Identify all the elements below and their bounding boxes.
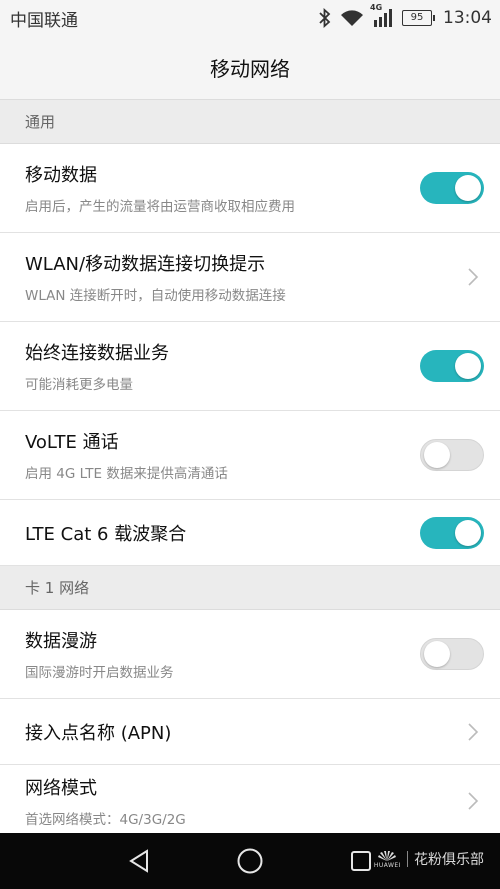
setting-lte-carrier-aggregation[interactable]: LTE Cat 6 载波聚合 (0, 500, 500, 566)
huawei-logo-text: HUAWEI (373, 861, 401, 869)
setting-network-mode[interactable]: 网络模式 首选网络模式：4G/3G/2G (0, 765, 500, 833)
watermark: HUAWEI 花粉俱乐部 (374, 849, 484, 869)
setting-mobile-data[interactable]: 移动数据 启用后，产生的流量将由运营商收取相应费用 (0, 144, 500, 233)
setting-title: VoLTE 通话 (25, 432, 119, 453)
section-header-label: 通用 (25, 113, 56, 131)
setting-title: 始终连接数据业务 (25, 343, 169, 364)
mobile-data-toggle[interactable] (420, 172, 484, 204)
always-on-data-toggle[interactable] (420, 350, 484, 382)
settings-list: 通用 移动数据 启用后，产生的流量将由运营商收取相应费用 WLAN/移动数据连接… (0, 100, 500, 833)
setting-title: LTE Cat 6 载波聚合 (25, 523, 187, 545)
recents-button[interactable] (345, 847, 377, 875)
data-roaming-toggle[interactable] (420, 638, 484, 670)
setting-data-roaming[interactable]: 数据漫游 国际漫游时开启数据业务 (0, 610, 500, 699)
home-icon (237, 848, 263, 874)
battery-icon: 95 (402, 10, 435, 26)
setting-title: WLAN/移动数据连接切换提示 (25, 254, 266, 275)
setting-subtitle: 启用后，产生的流量将由运营商收取相应费用 (25, 199, 295, 215)
status-icons: 4G 95 13:04 (318, 3, 492, 28)
chevron-right-icon (468, 792, 479, 810)
huawei-petal-icon (378, 850, 397, 861)
back-icon (129, 849, 148, 873)
carrier-label: 中国联通 (10, 10, 78, 31)
clock: 13:04 (443, 8, 492, 28)
chevron-right-icon (468, 268, 479, 286)
setting-title: 网络模式 (25, 778, 97, 799)
carrier-aggregation-toggle[interactable] (420, 516, 484, 549)
status-bar: 中国联通 4G 95 13:04 (0, 0, 500, 36)
recents-icon (351, 851, 371, 871)
setting-always-on-data[interactable]: 始终连接数据业务 可能消耗更多电量 (0, 322, 500, 411)
volte-toggle[interactable] (420, 439, 484, 471)
huawei-logo: HUAWEI (374, 850, 401, 869)
section-header-card1: 卡 1 网络 (0, 566, 500, 610)
setting-volte[interactable]: VoLTE 通话 启用 4G LTE 数据来提供高清通话 (0, 411, 500, 500)
network-type-label: 4G (370, 3, 383, 12)
setting-wlan-switch-prompt[interactable]: WLAN/移动数据连接切换提示 WLAN 连接断开时，自动使用移动数据连接 (0, 233, 500, 322)
setting-apn[interactable]: 接入点名称 (APN) (0, 699, 500, 765)
navigation-bar: HUAWEI 花粉俱乐部 (0, 833, 500, 889)
setting-title: 接入点名称 (APN) (25, 722, 172, 744)
setting-subtitle: 可能消耗更多电量 (25, 377, 133, 393)
bluetooth-icon (318, 8, 332, 28)
setting-subtitle: WLAN 连接断开时，自动使用移动数据连接 (25, 288, 286, 304)
watermark-text: 花粉俱乐部 (414, 852, 484, 868)
section-header-general: 通用 (0, 100, 500, 144)
back-button[interactable] (123, 847, 155, 875)
setting-title: 数据漫游 (25, 631, 97, 652)
chevron-right-icon (468, 722, 479, 741)
setting-subtitle: 启用 4G LTE 数据来提供高清通话 (25, 466, 228, 482)
signal-icon: 4G (370, 3, 394, 28)
setting-subtitle: 国际漫游时开启数据业务 (25, 665, 174, 681)
battery-level: 95 (402, 10, 432, 26)
setting-subtitle: 首选网络模式：4G/3G/2G (25, 812, 186, 828)
page-title-bar: 移动网络 (0, 36, 500, 100)
wifi-icon (340, 9, 364, 27)
home-button[interactable] (234, 847, 266, 875)
section-header-label: 卡 1 网络 (25, 579, 90, 597)
setting-title: 移动数据 (25, 165, 97, 186)
page-title: 移动网络 (210, 57, 290, 81)
